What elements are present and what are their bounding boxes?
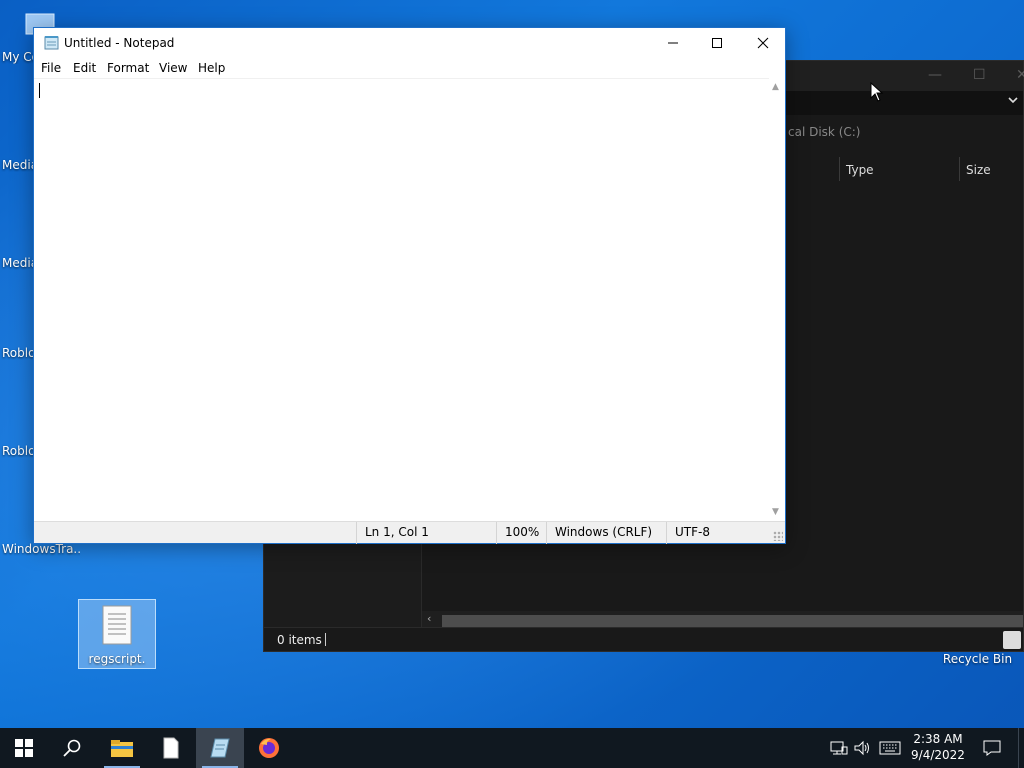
firefox-icon [259,738,279,758]
taskbar-file-explorer[interactable] [98,728,146,768]
notification-icon [983,740,1001,756]
menu-bar: File Edit Format View Help [34,58,785,78]
folder-icon [111,740,133,757]
maximize-button[interactable] [694,28,740,58]
cursor-position: Ln 1, Col 1 [356,522,496,544]
vertical-scrollbar[interactable]: ▲ ▼ [769,78,785,521]
search-icon [63,739,81,757]
desktop-icon-label: WindowsTra... [2,542,80,556]
minimize-icon[interactable]: — [928,67,942,83]
window-title: Untitled - Notepad [64,36,175,50]
column-divider[interactable] [959,157,960,181]
column-header-size[interactable]: Size [966,163,991,177]
taskbar-text-file[interactable] [147,728,195,768]
minimize-button[interactable] [650,28,696,58]
minimize-icon [668,42,678,44]
scroll-up-icon[interactable]: ▲ [772,82,779,92]
action-center-button[interactable] [978,728,1006,768]
text-caret [39,83,40,98]
maximize-icon [712,38,722,48]
clock-time: 2:38 AM [913,732,963,746]
keyboard-icon[interactable] [877,728,903,768]
zoom-level: 100% [496,522,546,544]
desktop-icon-regscript[interactable]: regscript. [78,599,156,669]
show-desktop-button[interactable] [1018,728,1024,768]
status-separator [325,633,326,646]
taskbar: 2:38 AM 9/4/2022 [0,728,1024,768]
notepad-titlebar[interactable]: Untitled - Notepad [34,28,785,58]
text-editor-area[interactable] [34,78,770,521]
text-file-icon [101,604,133,646]
notepad-icon [44,35,60,50]
close-icon [757,37,769,49]
search-button[interactable] [48,728,96,768]
notepad-window[interactable]: Untitled - Notepad File Edit Format View… [33,27,786,544]
notepad-status-bar: Ln 1, Col 1 100% Windows (CRLF) UTF-8 [34,521,785,544]
scroll-down-icon[interactable]: ▼ [772,507,779,517]
close-button[interactable] [740,28,786,58]
mouse-cursor-icon [870,81,884,105]
scrollbar-thumb[interactable] [442,615,1023,627]
document-icon [163,737,179,759]
clock-date: 9/4/2022 [911,748,965,762]
column-header-type[interactable]: Type [846,163,874,177]
menu-view[interactable]: View [159,61,187,75]
close-icon[interactable]: ✕ [1016,67,1024,83]
system-clock[interactable]: 2:38 AM 9/4/2022 [906,731,970,763]
start-button[interactable] [0,728,48,768]
desktop-icon-label: Recycle Bin [942,652,1013,666]
explorer-status-bar: 0 items [264,627,1023,651]
details-view-icon[interactable] [1003,631,1021,649]
menu-help[interactable]: Help [198,61,225,75]
line-endings: Windows (CRLF) [546,522,666,544]
volume-icon[interactable] [852,728,874,768]
menu-edit[interactable]: Edit [73,61,96,75]
scroll-left-icon[interactable]: ‹ [427,612,431,625]
column-divider[interactable] [839,157,840,181]
menu-format[interactable]: Format [107,61,149,75]
notepad-icon [210,738,230,758]
encoding: UTF-8 [666,522,770,544]
item-count: 0 items [277,633,322,647]
windows-logo-icon [15,739,33,757]
resize-grip-icon[interactable] [773,531,783,541]
desktop-icon-recycle-bin[interactable]: Recycle Bin [935,652,1020,666]
network-icon[interactable] [828,728,850,768]
address-bar[interactable]: cal Disk (C:) [788,125,860,139]
chevron-down-icon[interactable] [1007,94,1019,108]
menu-file[interactable]: File [41,61,61,75]
maximize-icon[interactable]: ☐ [973,67,986,83]
taskbar-notepad[interactable] [196,728,244,768]
desktop-icon-label: regscript. [88,652,146,666]
taskbar-firefox[interactable] [245,728,293,768]
